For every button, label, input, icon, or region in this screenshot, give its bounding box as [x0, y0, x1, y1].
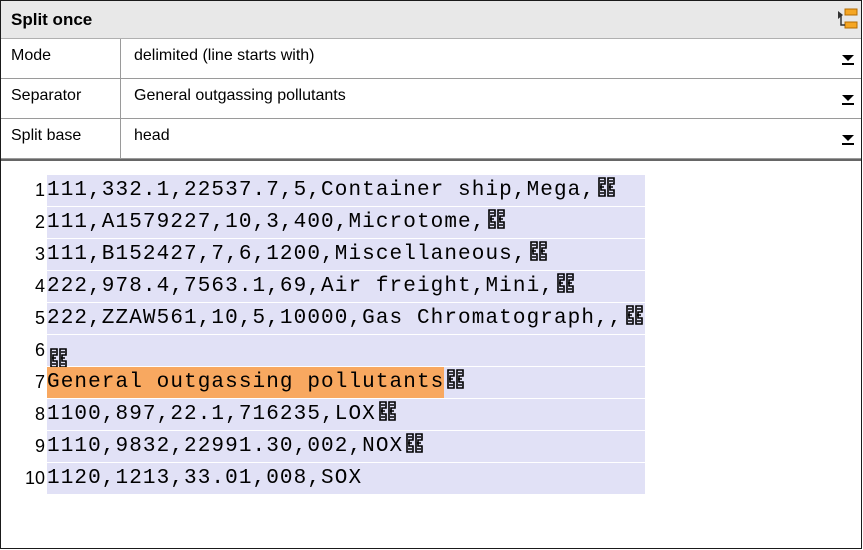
line-break-icon: [403, 433, 425, 458]
line-text: 1110,9832,22991.30,002,NOX: [47, 435, 404, 458]
split-once-panel: Split once Mode delimited (line starts w…: [0, 0, 862, 549]
line-number: 5: [34, 308, 45, 328]
line-text-container: 222,ZZAW561,10,5,10000,Gas Chromatograph…: [47, 303, 645, 334]
line-text: 111,A1579227,10,3,400,Microtome,: [47, 211, 486, 234]
line-text-container: 1110,9832,22991.30,002,NOX: [47, 431, 645, 462]
line-break-icon: [623, 305, 645, 330]
property-label: Split base: [1, 119, 121, 158]
line-number: 8: [34, 404, 45, 424]
line-text: 111,332.1,22537.7,5,Container ship,Mega,: [47, 179, 596, 202]
editor-line[interactable]: 2 111,A1579227,10,3,400,Microtome,: [1, 207, 861, 238]
mode-value[interactable]: delimited (line starts with): [134, 47, 315, 65]
line-break-icon: [485, 209, 507, 234]
line-number: 7: [34, 372, 45, 392]
separator-dropdown-button[interactable]: [835, 79, 861, 118]
line-text-container: 1120,1213,33.01,008,SOX: [47, 463, 645, 494]
split-base-dropdown-button[interactable]: [835, 119, 861, 158]
separator-match-highlight: General outgassing pollutants: [47, 367, 645, 398]
mode-dropdown-button[interactable]: [835, 39, 861, 78]
dropdown-arrow-icon: [842, 95, 854, 105]
dropdown-arrow-icon: [842, 135, 854, 145]
property-label: Mode: [1, 39, 121, 78]
editor-line[interactable]: 8 1100,897,22.1,716235,LOX: [1, 399, 861, 430]
property-label: Separator: [1, 79, 121, 118]
editor-line[interactable]: 6: [1, 335, 861, 368]
line-text: 111,B152427,7,6,1200,Miscellaneous,: [47, 243, 527, 266]
line-number: 9: [34, 436, 45, 456]
line-number: 10: [24, 468, 45, 488]
separator-value[interactable]: General outgassing pollutants: [134, 87, 346, 105]
editor-line[interactable]: 3 111,B152427,7,6,1200,Miscellaneous,: [1, 239, 861, 270]
line-break-icon: [554, 273, 576, 298]
line-text: General outgassing pollutants: [47, 367, 445, 398]
editor-line[interactable]: 10 1120,1213,33.01,008,SOX: [1, 463, 861, 494]
text-preview-editor[interactable]: 1 111,332.1,22537.7,5,Container ship,Mega…: [1, 159, 861, 549]
line-break-icon: [595, 177, 617, 202]
editor-line[interactable]: 4 222,978.4,7563.1,69,Air freight,Mini,: [1, 271, 861, 302]
line-text: 222,ZZAW561,10,5,10000,Gas Chromatograph…: [47, 307, 623, 330]
editor-line[interactable]: 9 1110,9832,22991.30,002,NOX: [1, 431, 861, 462]
line-text-container: 1100,897,22.1,716235,LOX: [47, 399, 645, 430]
line-text-container: [47, 335, 645, 368]
line-text-container: 222,978.4,7563.1,69,Air freight,Mini,: [47, 271, 645, 302]
line-number: 4: [34, 276, 45, 296]
panel-titlebar: Split once: [1, 1, 861, 39]
dropdown-arrow-icon: [842, 55, 854, 65]
line-break-icon: [376, 401, 398, 426]
split-component-icon[interactable]: [837, 7, 859, 31]
panel-title: Split once: [11, 10, 93, 29]
line-number: 3: [34, 244, 45, 264]
property-row-mode[interactable]: Mode delimited (line starts with): [1, 39, 861, 79]
properties-grid: Mode delimited (line starts with) Separa…: [1, 39, 861, 159]
line-text-container: 111,A1579227,10,3,400,Microtome,: [47, 207, 645, 238]
line-text: 1100,897,22.1,716235,LOX: [47, 403, 376, 426]
editor-line[interactable]: 7 General outgassing pollutants: [1, 367, 861, 398]
line-text: 222,978.4,7563.1,69,Air freight,Mini,: [47, 275, 554, 298]
line-text: 1120,1213,33.01,008,SOX: [47, 467, 363, 490]
split-base-value[interactable]: head: [134, 127, 170, 145]
property-row-split-base[interactable]: Split base head: [1, 119, 861, 159]
property-row-separator[interactable]: Separator General outgassing pollutants: [1, 79, 861, 119]
line-break-icon: [527, 241, 549, 266]
line-text-container: 111,B152427,7,6,1200,Miscellaneous,: [47, 239, 645, 270]
line-number: 1: [34, 180, 45, 200]
line-number: 2: [34, 212, 45, 232]
editor-line[interactable]: 1 111,332.1,22537.7,5,Container ship,Mega…: [1, 175, 861, 206]
editor-line[interactable]: 5 222,ZZAW561,10,5,10000,Gas Chromatograp…: [1, 303, 861, 334]
line-break-icon: [444, 369, 466, 394]
line-text-container: 111,332.1,22537.7,5,Container ship,Mega,: [47, 175, 645, 206]
line-number: 6: [34, 340, 45, 360]
